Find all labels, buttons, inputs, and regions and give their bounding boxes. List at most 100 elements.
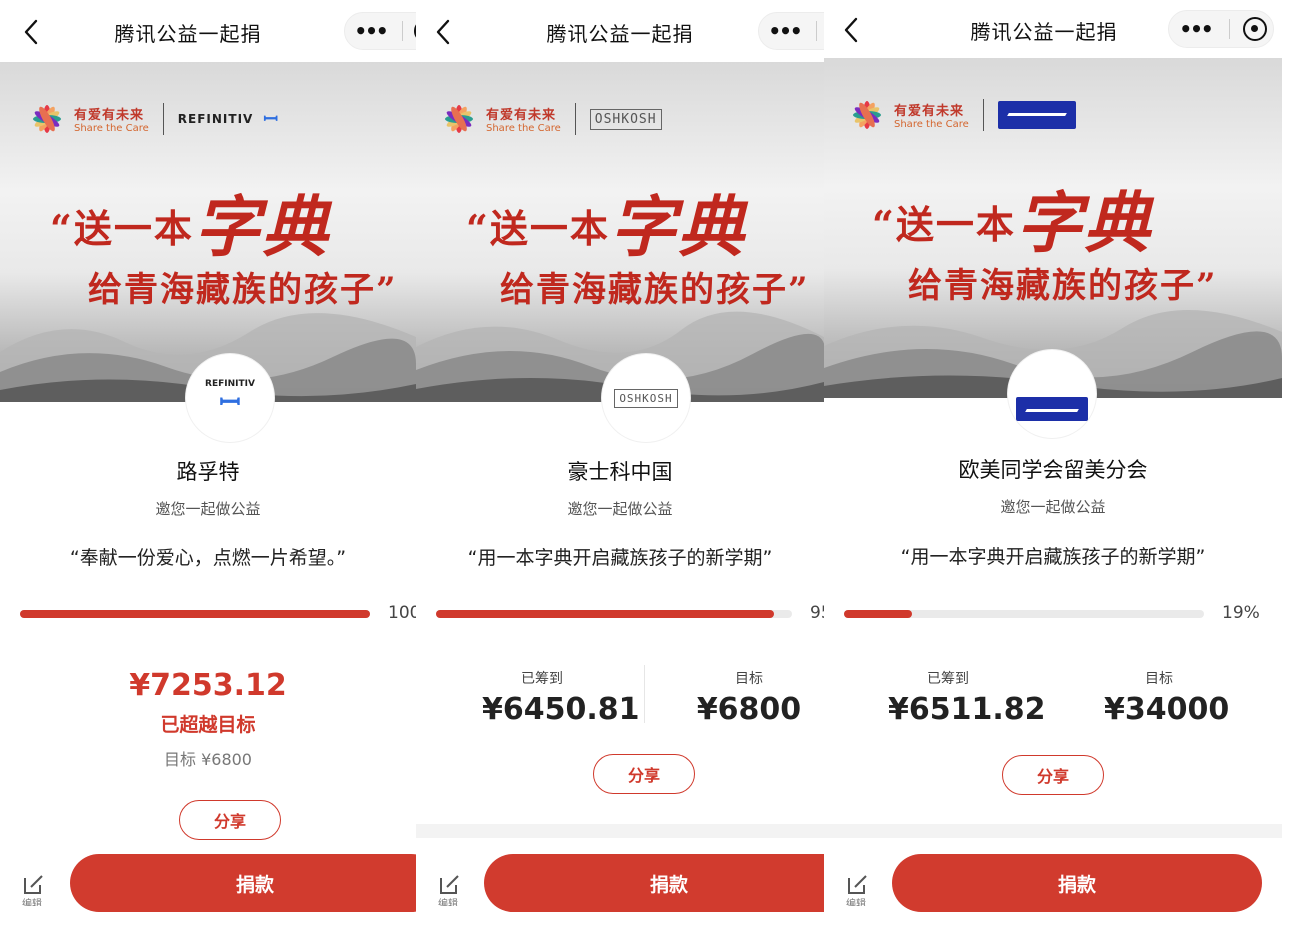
org-name: 欧美同学会留美分会 [958, 458, 1148, 482]
screen-oshkosh: 腾讯公益一起捐 ••• 有爱有未来 Share the Care OSHKOSH… [416, 0, 824, 928]
avatar-text: OSHKOSH [614, 388, 678, 408]
target-amount: 目标 ¥6800 [164, 750, 252, 769]
share-the-care-flower-icon [33, 105, 61, 133]
org-name: 豪士科中国 [567, 460, 673, 484]
nav-title: 腾讯公益一起捐 [546, 22, 694, 46]
edit-button[interactable]: 编辑 [438, 872, 468, 912]
banner-logos: 有爱有未来 Share the Care REFINITIV ꟷ [30, 102, 278, 136]
mini-program-capsule: ••• [758, 12, 824, 50]
more-dots-icon[interactable]: ••• [351, 19, 391, 43]
target-stat: 目标 ¥34000 [1104, 668, 1230, 727]
share-the-care-flower-icon [445, 105, 473, 133]
slogan-line-1: “送一本字典 [872, 170, 1152, 266]
sponsor-logo-text: REFINITIV [177, 112, 254, 126]
capsule-divider [1228, 19, 1230, 39]
slogan-line-1: “送一本字典 [50, 174, 330, 270]
share-button[interactable]: 分享 [179, 800, 281, 840]
capsule-divider [815, 21, 817, 41]
target-label: 目标 [735, 671, 763, 687]
share-the-care-logo: 有爱有未来 Share the Care [894, 100, 969, 130]
bottom-action-bar: 编辑 捐款 [416, 842, 824, 928]
org-avatar: REFINITIV ꟷ [186, 354, 274, 442]
stat-divider [644, 665, 645, 723]
progress-fill [844, 610, 913, 618]
donate-button[interactable]: 捐款 [70, 854, 416, 912]
nav-title: 腾讯公益一起捐 [114, 22, 262, 46]
share-the-care-logo: 有爱有未来 Share the Care [486, 104, 561, 134]
logo-divider [982, 99, 984, 131]
progress-bar [844, 610, 1204, 618]
section-separator [824, 824, 1282, 838]
org-name: 路孚特 [176, 460, 240, 484]
partner-name-cn: 有爱有未来 [486, 108, 557, 123]
share-button[interactable]: 分享 [1002, 755, 1104, 795]
banner-logos: 有爱有未来 Share the Care OSHKOSH [442, 102, 662, 136]
raised-amount: ¥6450.81 [482, 692, 640, 727]
capsule-divider [401, 21, 403, 41]
slogan-part-b: 字典 [1015, 184, 1152, 262]
edit-label: 编辑 [438, 899, 458, 906]
campaign-banner: 有爱有未来 Share the Care OSHKOSH “送一本字典 给青海藏… [416, 62, 824, 402]
mini-program-capsule: ••• [344, 12, 416, 50]
partner-name-en: Share the Care [74, 123, 149, 134]
raised-label: 已筹到 [927, 671, 969, 687]
section-separator [416, 824, 824, 838]
slogan-line-1: “送一本字典 [466, 174, 746, 270]
target-label: 目标 [1145, 671, 1173, 687]
donate-button[interactable]: 捐款 [484, 854, 824, 912]
raised-stat: 已筹到 ¥6450.81 [482, 668, 640, 727]
share-the-care-flower-icon [853, 101, 881, 129]
raised-amount: ¥6511.82 [888, 692, 1046, 727]
screen-wrsa: 腾讯公益一起捐 ••• 有爱有未来 Share the Care “送一本字典 … [824, 0, 1294, 928]
campaign-quote: “奉献一份爱心，点燃一片希望。” [69, 547, 347, 569]
slogan-part-a: “送一本 [50, 206, 194, 251]
donate-button[interactable]: 捐款 [892, 854, 1262, 912]
more-dots-icon[interactable]: ••• [1176, 17, 1216, 41]
progress-fill [20, 610, 370, 618]
raised-amount: ¥7253.12 [129, 668, 287, 703]
edit-button[interactable]: 编辑 [22, 872, 52, 912]
campaign-quote: “用一本字典开启藏族孩子的新学期” [467, 547, 773, 569]
wrsa-logo [1016, 397, 1088, 421]
share-button[interactable]: 分享 [593, 754, 695, 794]
back-arrow-icon[interactable] [432, 18, 454, 46]
org-avatar: OSHKOSH [602, 354, 690, 442]
edit-icon [440, 875, 459, 894]
logo-divider [574, 103, 576, 135]
screen-refinitiv: 腾讯公益一起捐 ••• 有爱有未来 Share the Care REFINIT… [0, 0, 416, 928]
invite-text: 邀您一起做公益 [567, 500, 673, 518]
target-amount: ¥6800 [696, 692, 802, 727]
progress-bar [436, 610, 792, 618]
edit-label: 编辑 [846, 899, 866, 906]
goal-exceeded-text: 已超越目标 [160, 714, 256, 736]
edit-button[interactable]: 编辑 [846, 872, 876, 912]
more-dots-icon[interactable]: ••• [765, 19, 805, 43]
progress-bar [20, 610, 370, 618]
invite-text: 邀您一起做公益 [1000, 498, 1106, 516]
refinitiv-mark-icon: ꟷ [263, 109, 278, 130]
edit-label: 编辑 [22, 899, 42, 906]
slogan-part-a: “送一本 [466, 206, 610, 251]
nav-bar: 腾讯公益一起捐 ••• [824, 0, 1294, 62]
partner-name-en: Share the Care [894, 119, 969, 130]
partner-name-cn: 有爱有未来 [74, 108, 145, 123]
target-amount: ¥34000 [1104, 692, 1230, 727]
nav-bar: 腾讯公益一起捐 ••• [0, 0, 416, 62]
progress-percent: 100% [388, 603, 416, 623]
target-stat: 目标 ¥6800 [694, 668, 804, 727]
campaign-banner: 有爱有未来 Share the Care REFINITIV ꟷ “送一本字典 … [0, 62, 416, 402]
bottom-action-bar: 编辑 捐款 [0, 842, 416, 928]
slogan-part-a: “送一本 [872, 202, 1016, 247]
raised-stat: 已筹到 ¥6511.82 [888, 668, 1046, 727]
refinitiv-mark-icon: ꟷ [219, 388, 241, 418]
progress-percent: 95% [810, 603, 824, 623]
logo-divider [162, 103, 164, 135]
partner-name-cn: 有爱有未来 [894, 104, 965, 119]
close-target-icon[interactable] [1242, 17, 1267, 41]
share-the-care-logo: 有爱有未来 Share the Care [74, 104, 149, 134]
raised-label: 已筹到 [521, 671, 563, 687]
campaign-quote: “用一本字典开启藏族孩子的新学期” [900, 546, 1206, 568]
org-avatar [1008, 350, 1096, 438]
slogan-part-b: 字典 [609, 188, 746, 266]
campaign-banner: 有爱有未来 Share the Care “送一本字典 给青海藏族的孩子” [824, 58, 1282, 398]
